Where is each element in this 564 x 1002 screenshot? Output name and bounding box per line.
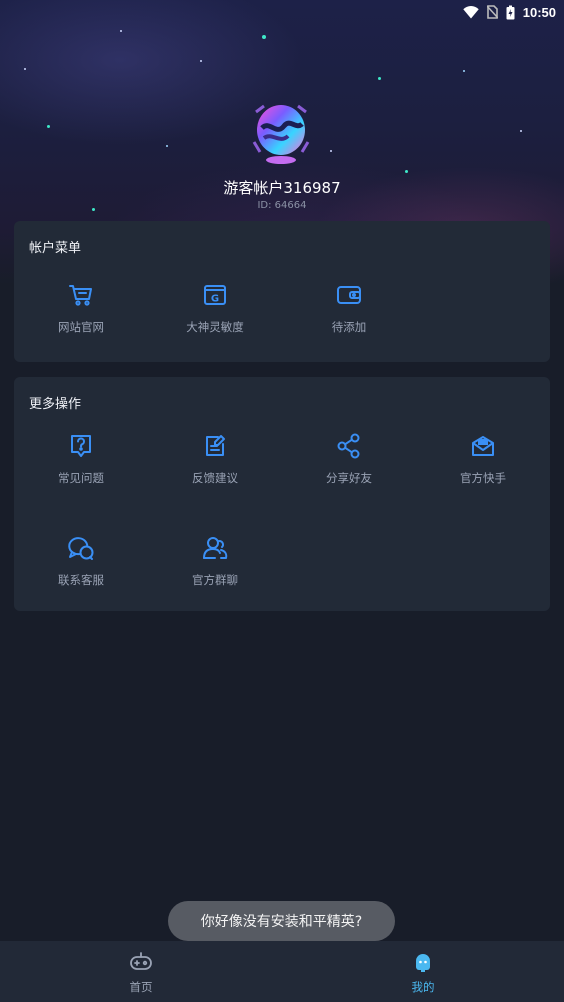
chat-bubbles-icon [67, 534, 95, 562]
action-item-feedback[interactable]: 反馈建议 [148, 432, 282, 486]
feedback-edit-icon [201, 432, 229, 460]
gamepad-icon [129, 952, 153, 976]
star-decoration [120, 30, 122, 32]
action-item-share[interactable]: 分享好友 [282, 432, 416, 486]
robot-avatar-icon [412, 952, 434, 976]
tab-mine[interactable]: 我的 [282, 941, 564, 1002]
star-decoration [24, 68, 26, 70]
action-item-label: 官方快手 [460, 471, 506, 485]
toast-message: 你好像没有安装和平精英? [168, 901, 395, 941]
menu-item-label: 待添加 [331, 320, 367, 334]
star-decoration [262, 35, 266, 39]
action-item-label: 常见问题 [58, 471, 104, 485]
action-item-label: 联系客服 [58, 573, 104, 587]
action-item-label: 反馈建议 [192, 471, 238, 485]
svg-text:G: G [211, 294, 219, 305]
tab-mine-label: 我的 [411, 980, 435, 994]
tab-home[interactable]: 首页 [0, 941, 282, 1002]
username: 游客帐户316987 [223, 179, 341, 197]
star-decoration [463, 70, 465, 72]
star-decoration [330, 150, 332, 152]
menu-item-website[interactable]: 网站官网 [14, 281, 148, 335]
wifi-icon [463, 5, 479, 19]
menu-item-sensitivity[interactable]: G 大神灵敏度 [148, 281, 282, 335]
cart-icon [67, 281, 95, 309]
action-item-group-chat[interactable]: 官方群聊 [148, 534, 282, 588]
action-item-label: 分享好友 [326, 471, 372, 485]
star-decoration [47, 125, 50, 128]
envelope-icon [469, 432, 497, 460]
group-icon [201, 534, 229, 562]
account-menu-title: 帐户菜单 [29, 241, 82, 256]
action-item-label: 官方群聊 [192, 573, 238, 587]
action-item-support[interactable]: 联系客服 [14, 534, 148, 588]
star-decoration [405, 170, 408, 173]
menu-item-label: 网站官网 [58, 320, 104, 334]
menu-item-pending[interactable]: 待添加 [282, 281, 416, 335]
share-icon [335, 432, 363, 460]
no-sim-icon [486, 5, 498, 19]
g-box-icon: G [201, 281, 229, 309]
action-item-kuaishou[interactable]: 官方快手 [416, 432, 550, 486]
wallet-icon [335, 281, 363, 309]
battery-charging-icon [506, 5, 515, 20]
account-menu-card: 帐户菜单 网站官网 G 大神灵敏度 待添加 [14, 221, 550, 362]
more-actions-card: 更多操作 常见问题 反馈建议 分享好友 官方快手 联系客服 官方群聊 [14, 377, 550, 611]
star-decoration [520, 130, 522, 132]
menu-item-label: 大神灵敏度 [186, 320, 244, 334]
avatar[interactable] [250, 102, 312, 166]
tab-home-label: 首页 [129, 980, 153, 994]
star-decoration [378, 77, 381, 80]
star-decoration [200, 60, 202, 62]
action-item-faq[interactable]: 常见问题 [14, 432, 148, 486]
status-bar: 10:50 [0, 0, 564, 24]
question-icon [67, 432, 95, 460]
user-id: ID: 64664 [257, 200, 307, 211]
status-time: 10:50 [522, 4, 556, 20]
star-decoration [166, 145, 168, 147]
more-actions-title: 更多操作 [29, 397, 82, 412]
bottom-tab-bar: 首页 我的 [0, 941, 564, 1002]
